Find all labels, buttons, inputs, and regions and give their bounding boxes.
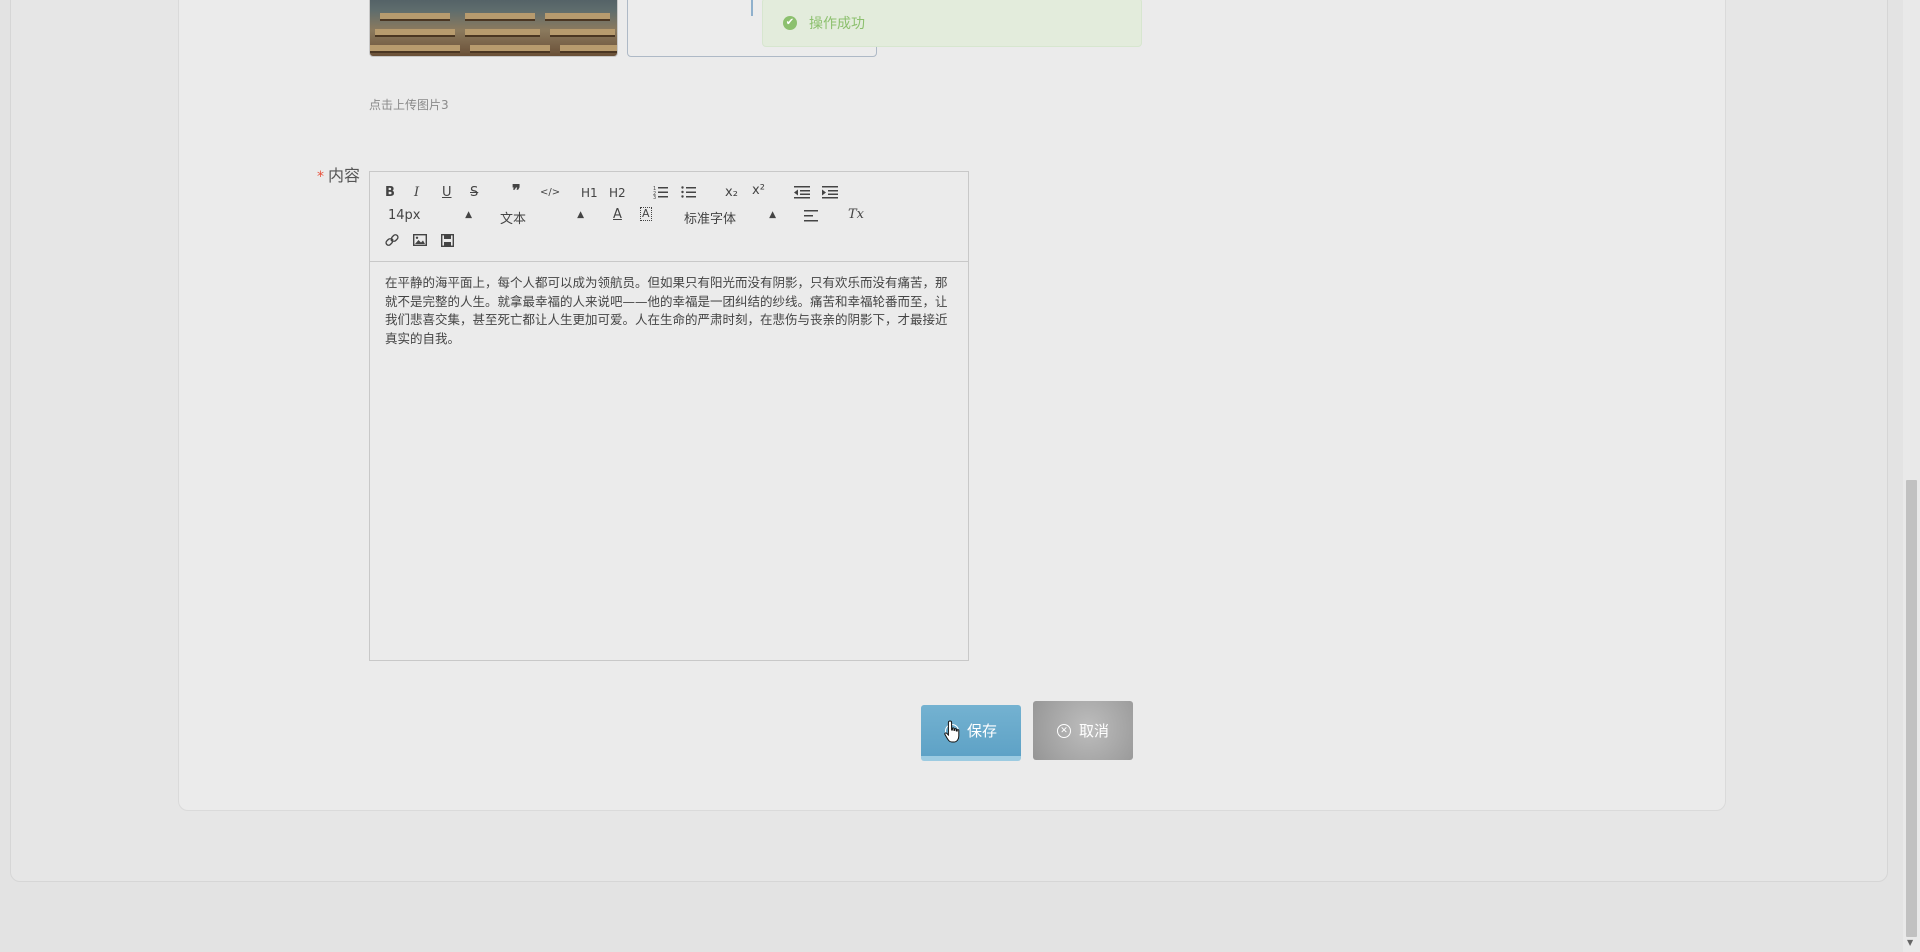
font-family-value: 标准字体 bbox=[684, 212, 737, 227]
strike-button[interactable]: S bbox=[470, 185, 478, 201]
image-icon[interactable] bbox=[413, 234, 427, 246]
ordered-list-icon[interactable]: 1 2 3 bbox=[653, 185, 669, 199]
check-circle-icon: ✔ bbox=[783, 15, 797, 30]
content-label: * 内容 bbox=[300, 162, 360, 186]
vertical-scrollbar[interactable]: ▼ bbox=[1903, 0, 1920, 952]
indent-icon[interactable] bbox=[822, 185, 838, 199]
save-button-label: 保存 bbox=[966, 722, 997, 740]
underline-button[interactable]: U bbox=[442, 185, 452, 201]
font-size-picker[interactable]: 14px ▲ bbox=[388, 208, 472, 223]
h1-button[interactable]: H1 bbox=[581, 185, 598, 201]
align-icon[interactable] bbox=[804, 210, 820, 222]
sort-arrows-icon: ▲ bbox=[769, 210, 776, 220]
link-icon[interactable] bbox=[385, 233, 399, 247]
plus-icon bbox=[751, 0, 753, 16]
hand-pointer-cursor bbox=[944, 720, 960, 743]
bold-button[interactable]: B bbox=[385, 185, 395, 201]
background-color-button[interactable]: A bbox=[640, 207, 652, 221]
scrollbar-thumb[interactable] bbox=[1906, 480, 1917, 937]
required-mark: * bbox=[316, 169, 324, 185]
sort-arrows-icon: ▲ bbox=[577, 210, 584, 220]
font-family-picker[interactable]: 标准字体 ▲ bbox=[684, 208, 776, 227]
outdent-icon[interactable] bbox=[794, 185, 810, 199]
desk-shape bbox=[550, 29, 615, 37]
upload-hint: 点击上传图片3 bbox=[369, 98, 449, 112]
svg-text:3: 3 bbox=[653, 195, 656, 199]
success-toast: ✔ 操作成功 bbox=[762, 0, 1142, 47]
header-picker[interactable]: 文本 ▲ bbox=[500, 208, 584, 227]
bullet-list-icon[interactable] bbox=[681, 185, 697, 199]
rich-text-editor: B I U S ❞ </> H1 H2 1 2 3 x₂ x² 14px ▲ 文… bbox=[369, 171, 969, 661]
blockquote-button[interactable]: ❞ bbox=[512, 183, 521, 199]
scroll-down-arrow-icon[interactable]: ▼ bbox=[1907, 938, 1913, 947]
close-circle-icon: ✕ bbox=[1056, 723, 1071, 738]
text-color-button[interactable]: A bbox=[613, 207, 622, 223]
editor-content[interactable]: 在平静的海平面上，每个人都可以成为领航员。但如果只有阳光而没有阴影，只有欢乐而没… bbox=[370, 262, 968, 360]
desk-shape bbox=[465, 13, 535, 21]
sort-arrows-icon: ▲ bbox=[465, 210, 472, 220]
subscript-button[interactable]: x₂ bbox=[725, 185, 738, 201]
code-block-button[interactable]: </> bbox=[540, 185, 560, 201]
header-value: 文本 bbox=[500, 212, 527, 227]
toast-message: 操作成功 bbox=[809, 15, 865, 32]
h2-button[interactable]: H2 bbox=[609, 185, 626, 201]
cancel-button-label: 取消 bbox=[1078, 722, 1109, 740]
desk-shape bbox=[470, 45, 550, 53]
uploaded-image-thumbnail[interactable] bbox=[369, 0, 618, 57]
cancel-button[interactable]: ✕ 取消 bbox=[1033, 701, 1133, 760]
desk-shape bbox=[375, 29, 455, 37]
italic-button[interactable]: I bbox=[414, 185, 419, 201]
desk-shape bbox=[545, 13, 610, 21]
save-button[interactable]: ✓ 保存 bbox=[921, 705, 1021, 761]
desk-shape bbox=[465, 29, 540, 37]
clear-format-button[interactable]: Tx bbox=[848, 207, 864, 223]
desk-shape bbox=[370, 45, 460, 53]
editor-toolbar: B I U S ❞ </> H1 H2 1 2 3 x₂ x² 14px ▲ 文… bbox=[370, 172, 968, 262]
font-size-value: 14px bbox=[388, 208, 421, 223]
content-label-text: 内容 bbox=[327, 166, 360, 185]
desk-shape bbox=[560, 45, 617, 53]
desk-shape bbox=[380, 13, 450, 21]
video-icon[interactable] bbox=[441, 234, 454, 247]
superscript-button[interactable]: x² bbox=[752, 183, 765, 199]
